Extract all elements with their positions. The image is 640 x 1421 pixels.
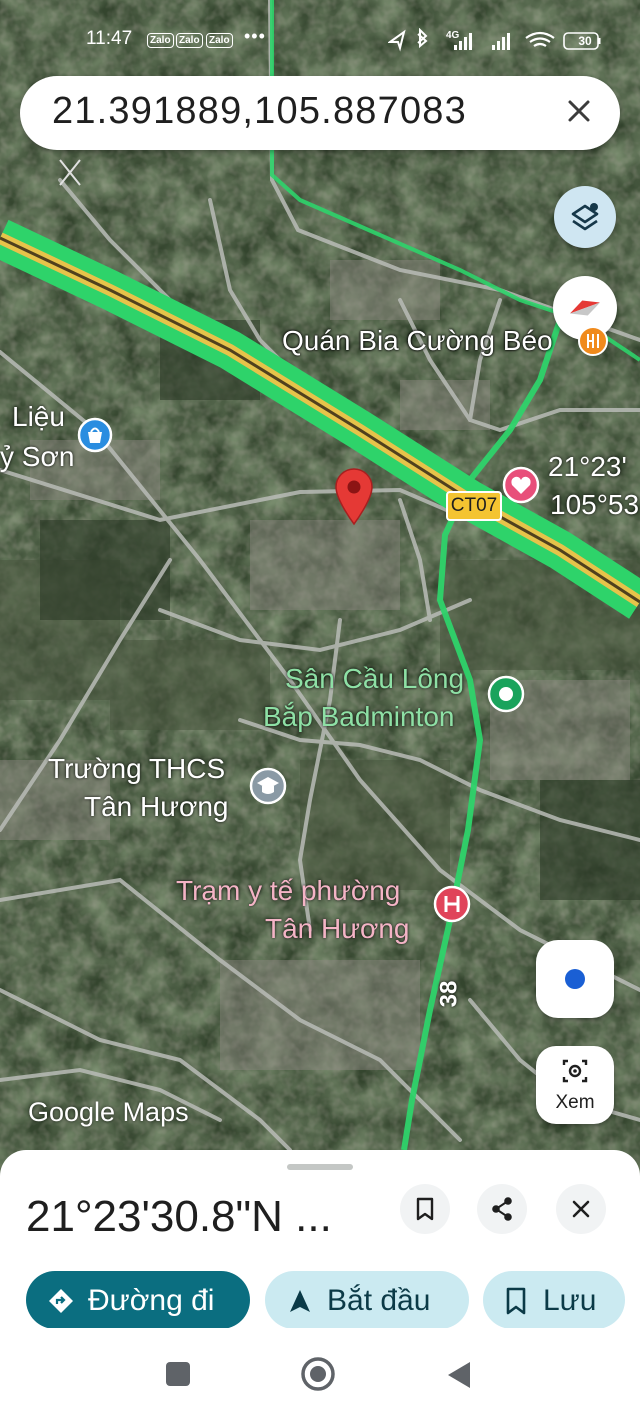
- hospital-pin-icon[interactable]: [432, 884, 472, 928]
- shopping-pin-icon[interactable]: [76, 416, 114, 458]
- recents-button[interactable]: [166, 1362, 190, 1386]
- restaurant-pin-icon[interactable]: [576, 324, 610, 358]
- my-location-icon: [565, 969, 585, 989]
- directions-label: Đường đi: [88, 1284, 215, 1317]
- view-button-label: Xem: [555, 1092, 595, 1113]
- place-label-truong-2[interactable]: Tân Hương: [84, 788, 229, 826]
- bookmark-button[interactable]: [400, 1184, 450, 1234]
- place-label-son[interactable]: ỷ Sơn: [0, 438, 74, 476]
- sports-pin-icon[interactable]: [486, 674, 526, 714]
- directions-button[interactable]: Đường đi: [26, 1271, 250, 1329]
- dropped-pin-coord-lng: 105°53: [550, 489, 640, 520]
- my-location-button[interactable]: [536, 940, 614, 1018]
- bookmark-icon: [506, 1287, 526, 1315]
- zalo-notification-icon: Zalo: [206, 33, 233, 48]
- coordinate-title: 21°23'30.8"N ...: [26, 1192, 332, 1241]
- location-pin-icon[interactable]: [332, 466, 376, 526]
- layers-button[interactable]: [554, 186, 616, 248]
- bluetooth-icon: [417, 28, 428, 49]
- wifi-icon: [525, 31, 555, 47]
- place-label-san-cau-long-2[interactable]: Bắp Badminton: [263, 698, 454, 736]
- school-pin-icon[interactable]: [248, 766, 288, 806]
- signal-icon-2: [492, 33, 510, 50]
- road-shield-ct07: CT07: [446, 491, 502, 521]
- dropped-pin-coord-lat: 21°23': [548, 451, 627, 482]
- drag-handle[interactable]: [287, 1164, 353, 1170]
- clock: 11:47: [86, 28, 133, 49]
- place-label-lieu[interactable]: Liệu: [12, 398, 65, 436]
- share-button[interactable]: [477, 1184, 527, 1234]
- start-button[interactable]: Bắt đầu: [265, 1271, 469, 1329]
- save-label: Lưu: [543, 1284, 597, 1317]
- bookmark-icon: [416, 1197, 434, 1221]
- more-notifications-icon: •••: [244, 26, 266, 46]
- status-bar: 11:47 Zalo Zalo Zalo ••• 4G 30: [0, 22, 640, 62]
- system-navigation-bar: [0, 1328, 640, 1421]
- zalo-notification-icon: Zalo: [176, 33, 203, 48]
- search-input[interactable]: 21.391889,105.887083: [52, 90, 467, 133]
- search-bar[interactable]: 21.391889,105.887083: [20, 76, 620, 150]
- directions-icon: [49, 1289, 73, 1313]
- google-maps-logo: Google Maps: [28, 1097, 189, 1127]
- close-icon: [572, 1200, 590, 1218]
- close-sheet-button[interactable]: [556, 1184, 606, 1234]
- view-button[interactable]: Xem: [536, 1046, 614, 1124]
- layers-icon: [571, 203, 599, 231]
- camera-lens-icon: [562, 1059, 588, 1083]
- place-label-san-cau-long-1[interactable]: Sân Cầu Lông: [285, 660, 464, 698]
- home-button[interactable]: [298, 1354, 338, 1394]
- navigation-arrow-icon: [290, 1290, 310, 1312]
- road-label-38: 38: [435, 980, 463, 1008]
- back-button[interactable]: [444, 1360, 472, 1390]
- save-button[interactable]: Lưu: [483, 1271, 625, 1329]
- place-label-tram-2[interactable]: Tân Hương: [265, 910, 410, 948]
- share-icon: [492, 1197, 512, 1221]
- zalo-notification-icon: Zalo: [147, 33, 174, 48]
- place-label-tram-1[interactable]: Trạm y tế phường: [176, 872, 400, 910]
- saved-pin-icon[interactable]: [500, 464, 542, 506]
- start-label: Bắt đầu: [327, 1284, 431, 1317]
- place-label-quan-bia[interactable]: Quán Bia Cường Béo: [282, 322, 553, 360]
- battery-level: 30: [578, 34, 592, 48]
- network-type: 4G: [446, 30, 460, 41]
- place-label-truong-1[interactable]: Trường THCS: [48, 750, 225, 788]
- clear-search-icon[interactable]: [564, 96, 594, 126]
- location-icon: [388, 29, 406, 52]
